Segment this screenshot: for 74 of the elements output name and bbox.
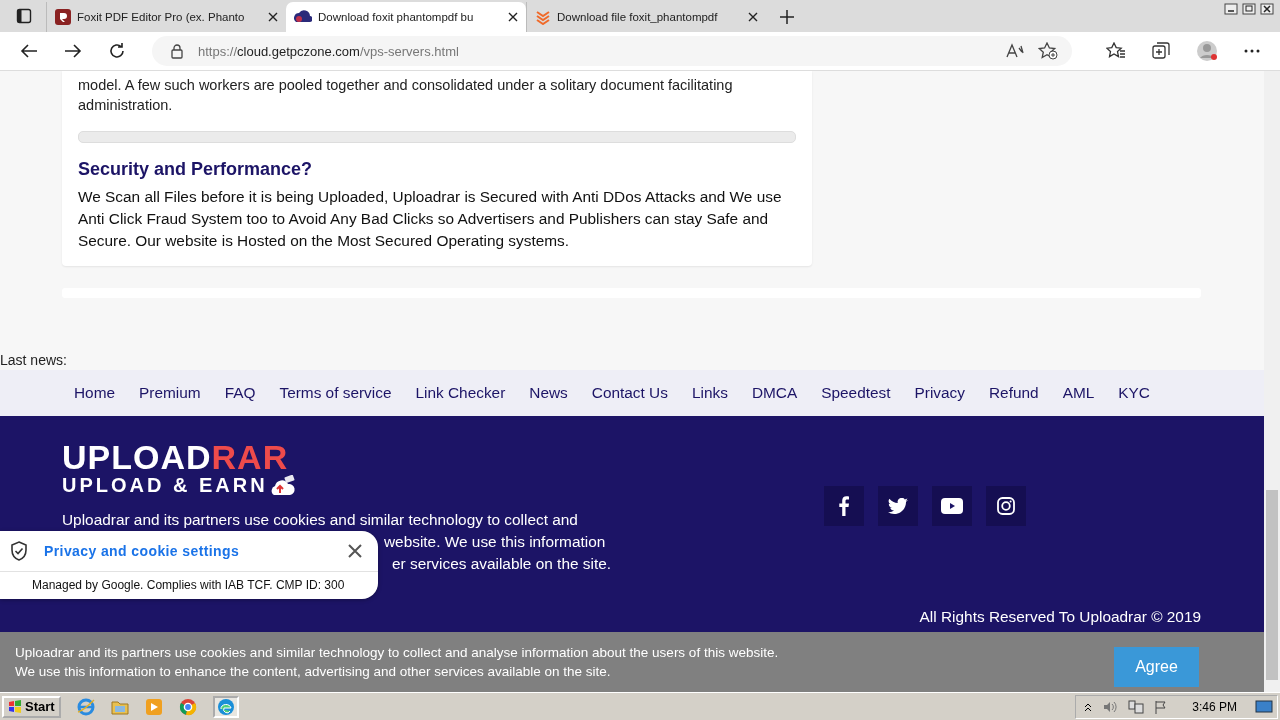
profile-avatar-icon[interactable] bbox=[1196, 40, 1218, 62]
tab-actions-icon[interactable] bbox=[16, 8, 32, 24]
restore-icon[interactable] bbox=[1242, 3, 1256, 15]
collections-icon[interactable] bbox=[1152, 42, 1170, 60]
more-options-icon[interactable] bbox=[1244, 49, 1260, 53]
windows-logo-icon bbox=[8, 699, 22, 714]
clock: 3:46 PM bbox=[1192, 699, 1237, 714]
twitter-link[interactable] bbox=[878, 486, 918, 526]
read-aloud-icon[interactable] bbox=[1006, 43, 1024, 59]
chrome-icon[interactable] bbox=[178, 697, 197, 716]
youtube-link[interactable] bbox=[932, 486, 972, 526]
popup-note: Managed by Google. Complies with IAB TCF. CMP ID: 300 bbox=[31, 577, 346, 594]
section-heading: Security and Performance? bbox=[78, 159, 314, 180]
network-icon[interactable] bbox=[1128, 699, 1145, 714]
volume-icon[interactable] bbox=[1102, 699, 1119, 714]
nav-link[interactable]: KYC bbox=[1118, 384, 1150, 402]
back-icon[interactable] bbox=[20, 43, 38, 59]
scrollbar[interactable] bbox=[1264, 71, 1280, 692]
instagram-link[interactable] bbox=[986, 486, 1026, 526]
footer-text: Uploadrar and its partners use cookies and similar technology to collect and bbox=[62, 510, 579, 530]
footer-text: er services available on the site. bbox=[392, 554, 611, 574]
layers-icon bbox=[535, 9, 551, 25]
nav-link[interactable]: Home bbox=[74, 384, 116, 402]
nav-link[interactable]: Premium bbox=[139, 384, 201, 402]
close-icon[interactable] bbox=[348, 544, 362, 558]
cloud-icon bbox=[294, 10, 312, 24]
start-button[interactable]: Start bbox=[2, 695, 61, 718]
favorites-icon[interactable] bbox=[1106, 42, 1126, 60]
bird-icon bbox=[888, 498, 908, 514]
add-favorite-icon[interactable] bbox=[1038, 42, 1058, 60]
privacy-settings-link[interactable]: Privacy and cookie settings bbox=[44, 543, 332, 559]
edge-icon bbox=[216, 697, 235, 716]
tray-expand-icon[interactable] bbox=[1084, 701, 1093, 712]
new-tab-icon[interactable] bbox=[780, 10, 794, 24]
nav-link[interactable]: News bbox=[529, 384, 568, 402]
nav-link[interactable]: FAQ bbox=[224, 384, 256, 402]
close-icon[interactable] bbox=[1260, 3, 1274, 15]
address-field[interactable]: https://cloud.getpczone.com/vps-servers.html bbox=[152, 36, 1072, 66]
show-desktop-icon[interactable] bbox=[1255, 698, 1273, 715]
nav-link[interactable]: Links bbox=[691, 384, 728, 402]
nav-link[interactable]: Refund bbox=[989, 384, 1039, 402]
forward-icon[interactable] bbox=[64, 43, 82, 59]
close-icon[interactable] bbox=[268, 12, 278, 22]
cookie-notice-text: We use this information to enhance the content, advertising and other services available on the site. bbox=[15, 663, 612, 681]
nav-link[interactable]: Link Checker bbox=[415, 384, 506, 402]
copyright-text: All Rights Reserved To Uploadrar © 2019 bbox=[919, 608, 1201, 626]
flag-icon[interactable] bbox=[1154, 699, 1169, 714]
last-news-label: Last news: bbox=[0, 352, 68, 370]
lock-icon[interactable] bbox=[170, 43, 184, 59]
edge-taskbar-button[interactable] bbox=[212, 695, 239, 718]
facebook-icon bbox=[839, 496, 849, 516]
browser-tab[interactable]: Download foxit phantompdf bu bbox=[286, 2, 526, 32]
close-icon[interactable] bbox=[508, 12, 518, 22]
logo-tagline: UPLOAD & EARN bbox=[62, 474, 268, 497]
app-logo-icon bbox=[55, 9, 71, 25]
play-icon bbox=[941, 498, 963, 514]
nav-link[interactable]: Terms of service bbox=[279, 384, 392, 402]
nav-link[interactable]: DMCA bbox=[751, 384, 798, 402]
nav-link[interactable]: AML bbox=[1062, 384, 1095, 402]
site-logo: UPLOADRAR bbox=[62, 438, 289, 476]
cloud-icon bbox=[269, 474, 296, 497]
cookie-notice-text: Uploadrar and its partners use cookies and similar technology to collect and analyse information about the users of this website. bbox=[15, 644, 780, 662]
minimize-icon[interactable] bbox=[1224, 3, 1238, 15]
nav-link[interactable]: Speedtest bbox=[821, 384, 891, 402]
refresh-icon[interactable] bbox=[108, 42, 126, 60]
article-paragraph: model. A few such workers are pooled together and consolidated under a solitary document facilitating administration. bbox=[78, 76, 734, 115]
close-icon[interactable] bbox=[748, 12, 758, 22]
shield-check-icon bbox=[10, 541, 28, 561]
footer-text: website. We use this information bbox=[384, 532, 606, 552]
nav-link[interactable]: Privacy bbox=[914, 384, 965, 402]
nav-link[interactable]: Contact Us bbox=[591, 384, 668, 402]
article-paragraph: We Scan all Files before it is being Uploaded, Uploadrar is Secured with Anti DDos Attacks and We use Anti Click Fraud System too to Avoid Any Bad Clicks so Advertisers and Publishers can stay Safe and Secure. Our website is Hosted on the Most Secured Operating systems. bbox=[78, 187, 783, 251]
camera-icon bbox=[997, 497, 1015, 515]
facebook-link[interactable] bbox=[824, 486, 864, 526]
